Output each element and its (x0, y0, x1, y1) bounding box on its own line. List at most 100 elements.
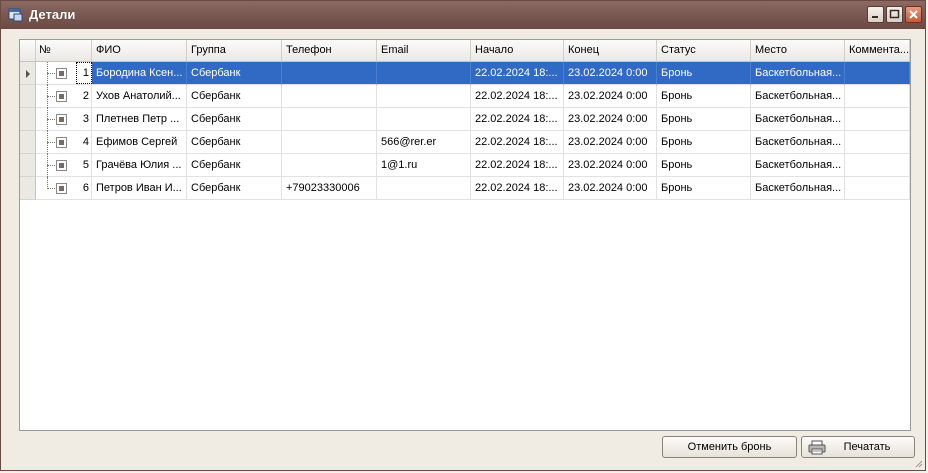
cell-end[interactable]: 23.02.2024 0:00 (564, 131, 657, 154)
bookings-grid[interactable]: № ФИО Группа Телефон Email Начало Конец … (19, 39, 911, 431)
tree-node-icon[interactable] (56, 91, 67, 102)
cell-comment[interactable] (845, 177, 910, 200)
maximize-button[interactable] (886, 6, 903, 23)
cell-start[interactable]: 22.02.2024 18:... (471, 177, 564, 200)
cell-status[interactable]: Бронь (657, 131, 751, 154)
cell-fio[interactable]: Бородина Ксен... (92, 62, 187, 85)
cell-end[interactable]: 23.02.2024 0:00 (564, 62, 657, 85)
cell-fio[interactable]: Плетнев Петр ... (92, 108, 187, 131)
table-row[interactable]: 5 Грачёва Юлия ... Сбербанк 1@1.ru 22.02.202… (20, 154, 910, 177)
minimize-button[interactable] (867, 6, 884, 23)
cell-status[interactable]: Бронь (657, 177, 751, 200)
cell-num[interactable]: 5 (76, 154, 92, 177)
cell-group[interactable]: Сбербанк (187, 62, 282, 85)
cell-end[interactable]: 23.02.2024 0:00 (564, 154, 657, 177)
column-header-group[interactable]: Группа (187, 40, 282, 61)
maximize-icon (889, 9, 900, 19)
cell-place[interactable]: Баскетбольная... (751, 85, 845, 108)
cell-comment[interactable] (845, 85, 910, 108)
cell-comment[interactable] (845, 62, 910, 85)
title-bar[interactable]: Детали (1, 1, 925, 29)
table-row[interactable]: 2 Ухов Анатолий... Сбербанк 22.02.2024 18:.… (20, 85, 910, 108)
cell-start[interactable]: 22.02.2024 18:... (471, 131, 564, 154)
column-header-comment[interactable]: Коммента... (845, 40, 910, 61)
cell-end[interactable]: 23.02.2024 0:00 (564, 108, 657, 131)
cell-email[interactable] (377, 177, 471, 200)
cell-phone[interactable] (282, 85, 377, 108)
cell-group[interactable]: Сбербанк (187, 154, 282, 177)
grid-header: № ФИО Группа Телефон Email Начало Конец … (20, 40, 910, 62)
tree-node-icon[interactable] (56, 160, 67, 171)
cell-fio[interactable]: Ухов Анатолий... (92, 85, 187, 108)
cell-num[interactable]: 2 (76, 85, 92, 108)
row-indicator[interactable] (20, 108, 36, 131)
row-indicator[interactable] (20, 131, 36, 154)
cell-end[interactable]: 23.02.2024 0:00 (564, 85, 657, 108)
column-header-email[interactable]: Email (377, 40, 471, 61)
column-header-status[interactable]: Статус (657, 40, 751, 61)
row-indicator[interactable] (20, 177, 36, 200)
column-header-end[interactable]: Конец (564, 40, 657, 61)
cell-place[interactable]: Баскетбольная... (751, 131, 845, 154)
cell-num[interactable]: 1 (76, 62, 92, 84)
row-indicator[interactable] (20, 154, 36, 177)
cell-comment[interactable] (845, 131, 910, 154)
cell-status[interactable]: Бронь (657, 85, 751, 108)
cell-group[interactable]: Сбербанк (187, 131, 282, 154)
cell-email[interactable] (377, 85, 471, 108)
cell-comment[interactable] (845, 154, 910, 177)
cell-phone[interactable] (282, 131, 377, 154)
cell-email[interactable]: 566@rer.er (377, 131, 471, 154)
column-header-num[interactable]: № (36, 40, 92, 61)
cell-email[interactable] (377, 108, 471, 131)
cell-phone[interactable] (282, 108, 377, 131)
column-header-place[interactable]: Место (751, 40, 845, 61)
cell-start[interactable]: 22.02.2024 18:... (471, 85, 564, 108)
tree-node-icon[interactable] (56, 114, 67, 125)
tree-node-icon[interactable] (56, 137, 67, 148)
column-header-fio[interactable]: ФИО (92, 40, 187, 61)
cell-start[interactable]: 22.02.2024 18:... (471, 154, 564, 177)
cell-group[interactable]: Сбербанк (187, 108, 282, 131)
cell-place[interactable]: Баскетбольная... (751, 108, 845, 131)
cell-fio[interactable]: Ефимов Сергей (92, 131, 187, 154)
window-title: Детали (29, 7, 76, 22)
cell-place[interactable]: Баскетбольная... (751, 177, 845, 200)
cell-status[interactable]: Бронь (657, 62, 751, 85)
cell-place[interactable]: Баскетбольная... (751, 154, 845, 177)
table-row[interactable]: 1 Бородина Ксен... Сбербанк 22.02.2024 18:.… (20, 62, 910, 85)
cell-status[interactable]: Бронь (657, 108, 751, 131)
table-row[interactable]: 4 Ефимов Сергей Сбербанк 566@rer.er 22.02.20… (20, 131, 910, 154)
print-button[interactable]: Печатать (801, 436, 915, 458)
cell-phone[interactable] (282, 154, 377, 177)
cell-group[interactable]: Сбербанк (187, 85, 282, 108)
table-row[interactable]: 3 Плетнев Петр ... Сбербанк 22.02.2024 18:.… (20, 108, 910, 131)
header-indicator (20, 40, 36, 61)
column-header-start[interactable]: Начало (471, 40, 564, 61)
row-indicator[interactable] (20, 62, 36, 85)
cancel-booking-button[interactable]: Отменить бронь (662, 436, 797, 458)
cell-phone[interactable] (282, 62, 377, 85)
cell-start[interactable]: 22.02.2024 18:... (471, 108, 564, 131)
cell-phone[interactable]: +79023330006 (282, 177, 377, 200)
cell-email[interactable] (377, 62, 471, 85)
cell-num[interactable]: 4 (76, 131, 92, 154)
cell-place[interactable]: Баскетбольная... (751, 62, 845, 85)
tree-node-icon[interactable] (56, 68, 67, 79)
table-row[interactable]: 6 Петров Иван И... Сбербанк +79023330006 22.… (20, 177, 910, 200)
cell-end[interactable]: 23.02.2024 0:00 (564, 177, 657, 200)
column-header-phone[interactable]: Телефон (282, 40, 377, 61)
cell-group[interactable]: Сбербанк (187, 177, 282, 200)
cell-fio[interactable]: Петров Иван И... (92, 177, 187, 200)
cell-comment[interactable] (845, 108, 910, 131)
cell-fio[interactable]: Грачёва Юлия ... (92, 154, 187, 177)
close-button[interactable] (905, 6, 922, 23)
cell-status[interactable]: Бронь (657, 154, 751, 177)
cell-num[interactable]: 3 (76, 108, 92, 131)
cell-start[interactable]: 22.02.2024 18:... (471, 62, 564, 85)
row-indicator[interactable] (20, 85, 36, 108)
tree-node-icon[interactable] (56, 183, 67, 194)
cell-num[interactable]: 6 (76, 177, 92, 200)
cell-email[interactable]: 1@1.ru (377, 154, 471, 177)
resize-grip-icon[interactable] (913, 458, 923, 468)
